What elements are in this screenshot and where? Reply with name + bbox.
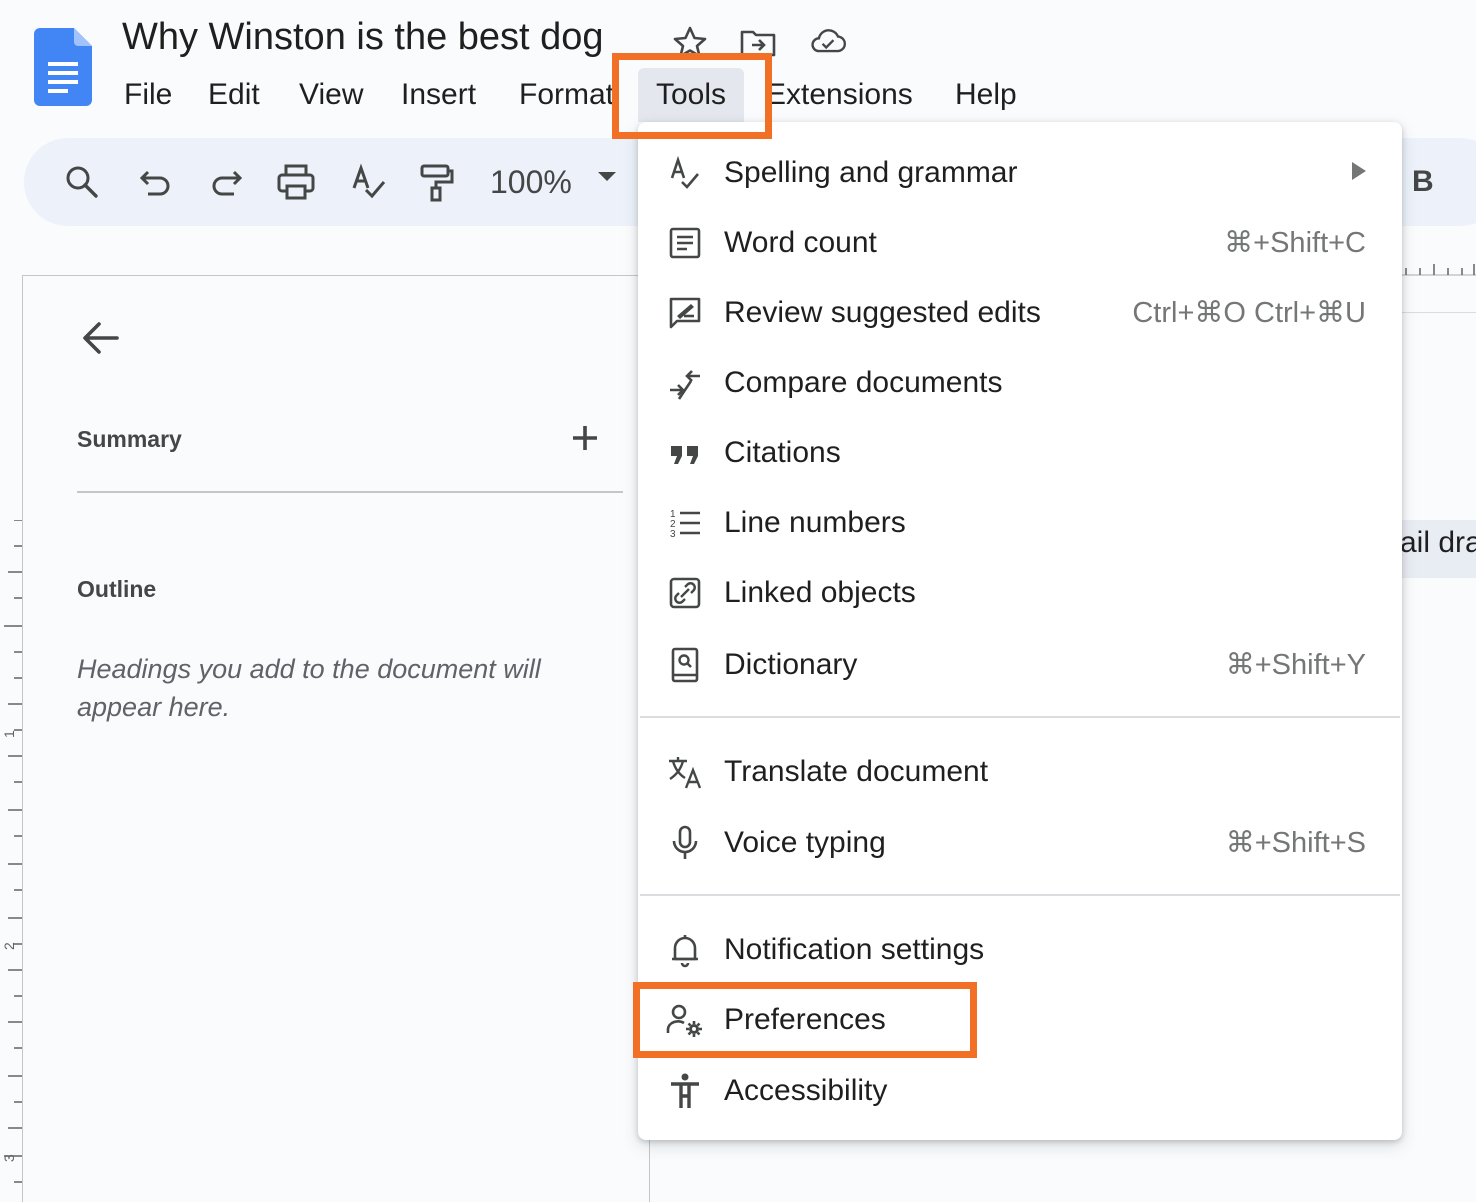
menu-item-word-count[interactable]: Word count ⌘+Shift+C <box>638 210 1402 274</box>
star-icon[interactable] <box>670 24 710 60</box>
menu-item-compare-documents[interactable]: Compare documents <box>638 350 1402 414</box>
summary-heading: Summary <box>77 426 182 452</box>
menu-item-label: Preferences <box>724 1003 886 1036</box>
menu-item-shortcut: Ctrl+⌘O Ctrl+⌘U <box>1132 297 1366 329</box>
document-outline-panel: Summary Outline Headings you add to the … <box>22 275 650 1202</box>
horizontal-ruler <box>1400 262 1476 276</box>
menu-item-label: Notification settings <box>724 933 985 966</box>
panel-divider <box>77 491 623 493</box>
word-count-icon <box>666 224 704 262</box>
menu-item-citations[interactable]: Citations <box>638 420 1402 484</box>
tools-menu: Spelling and grammar Word count ⌘+Shift+… <box>638 122 1402 1140</box>
bell-icon <box>666 931 704 969</box>
menu-item-shortcut: ⌘+Shift+S <box>1225 827 1366 859</box>
ruler-label-2: 2 <box>1 942 17 950</box>
menu-item-review-suggested-edits[interactable]: Review suggested edits Ctrl+⌘O Ctrl+⌘U <box>638 280 1402 344</box>
menu-help[interactable]: Help <box>955 74 1017 116</box>
menu-item-shortcut: ⌘+Shift+Y <box>1225 649 1366 681</box>
ruler-label-1: 1 <box>1 730 17 738</box>
menu-item-label: Linked objects <box>724 576 916 609</box>
spellcheck-icon[interactable] <box>346 160 390 204</box>
menu-item-label: Voice typing <box>724 826 886 859</box>
menu-extensions[interactable]: Extensions <box>766 74 913 116</box>
spellcheck-icon <box>666 154 704 192</box>
menu-item-accessibility[interactable]: Accessibility <box>638 1058 1402 1122</box>
menu-item-label: Dictionary <box>724 648 858 681</box>
accessibility-icon <box>666 1072 704 1110</box>
linked-objects-icon <box>666 574 704 612</box>
menu-item-shortcut: ⌘+Shift+C <box>1224 227 1366 259</box>
translate-icon <box>666 753 704 791</box>
menu-item-label: Review suggested edits <box>724 296 1041 329</box>
menu-item-line-numbers[interactable]: 123 Line numbers <box>638 490 1402 554</box>
menu-item-preferences[interactable]: Preferences <box>638 987 1402 1051</box>
preferences-icon <box>666 1001 704 1039</box>
bold-button[interactable]: B <box>1412 160 1434 204</box>
menu-item-voice-typing[interactable]: Voice typing ⌘+Shift+S <box>638 810 1402 874</box>
review-edits-icon <box>666 294 704 332</box>
menu-item-notification-settings[interactable]: Notification settings <box>638 917 1402 981</box>
print-icon[interactable] <box>274 160 318 204</box>
menu-item-label: Accessibility <box>724 1074 888 1107</box>
menu-item-label: Citations <box>724 436 841 469</box>
add-summary-icon[interactable] <box>563 416 607 460</box>
menu-view[interactable]: View <box>299 74 363 116</box>
menu-item-label: Line numbers <box>724 506 906 539</box>
menu-item-label: Spelling and grammar <box>724 156 1018 189</box>
menu-tools[interactable]: Tools <box>638 68 745 122</box>
menu-item-linked-objects[interactable]: Linked objects <box>638 560 1402 624</box>
menu-item-spelling-grammar[interactable]: Spelling and grammar <box>638 140 1402 204</box>
paint-format-icon[interactable] <box>414 160 458 204</box>
dictionary-icon <box>666 646 704 684</box>
menu-item-dictionary[interactable]: Dictionary ⌘+Shift+Y <box>638 632 1402 696</box>
menu-separator <box>640 894 1400 896</box>
back-arrow-icon[interactable] <box>77 314 125 362</box>
quote-icon <box>666 434 704 472</box>
menu-item-label: Translate document <box>724 755 989 788</box>
outline-empty-hint: Headings you add to the document will ap… <box>77 654 541 722</box>
menu-item-translate-document[interactable]: Translate document <box>638 739 1402 803</box>
line-numbers-icon: 123 <box>666 504 704 542</box>
menu-item-label: Compare documents <box>724 366 1003 399</box>
menu-edit[interactable]: Edit <box>208 74 260 116</box>
undo-icon[interactable] <box>134 160 178 204</box>
zoom-dropdown-icon[interactable] <box>598 172 616 181</box>
search-icon[interactable] <box>60 160 104 204</box>
zoom-select[interactable]: 100% <box>490 160 572 204</box>
menu-bar: File Edit View Insert Format Tools Exten… <box>0 68 1476 122</box>
menu-separator <box>640 716 1400 718</box>
svg-text:3: 3 <box>670 529 676 540</box>
menu-format[interactable]: Format <box>519 74 614 116</box>
document-title[interactable]: Why Winston is the best dog <box>122 16 604 59</box>
menu-insert[interactable]: Insert <box>401 74 476 116</box>
menu-file[interactable]: File <box>124 74 172 116</box>
compare-icon <box>666 364 704 402</box>
ruler-label-3: 3 <box>1 1154 17 1162</box>
document-text: ail dra <box>1400 526 1476 559</box>
menu-item-label: Word count <box>724 226 877 259</box>
outline-heading: Outline <box>77 576 157 602</box>
page-edge <box>1400 312 1476 313</box>
move-folder-icon[interactable] <box>738 24 778 60</box>
vertical-ruler: 1 2 3 <box>0 519 22 1202</box>
submenu-arrow-icon <box>1352 162 1366 180</box>
microphone-icon <box>666 824 704 862</box>
cloud-saved-icon[interactable] <box>808 24 848 60</box>
redo-icon[interactable] <box>204 160 248 204</box>
